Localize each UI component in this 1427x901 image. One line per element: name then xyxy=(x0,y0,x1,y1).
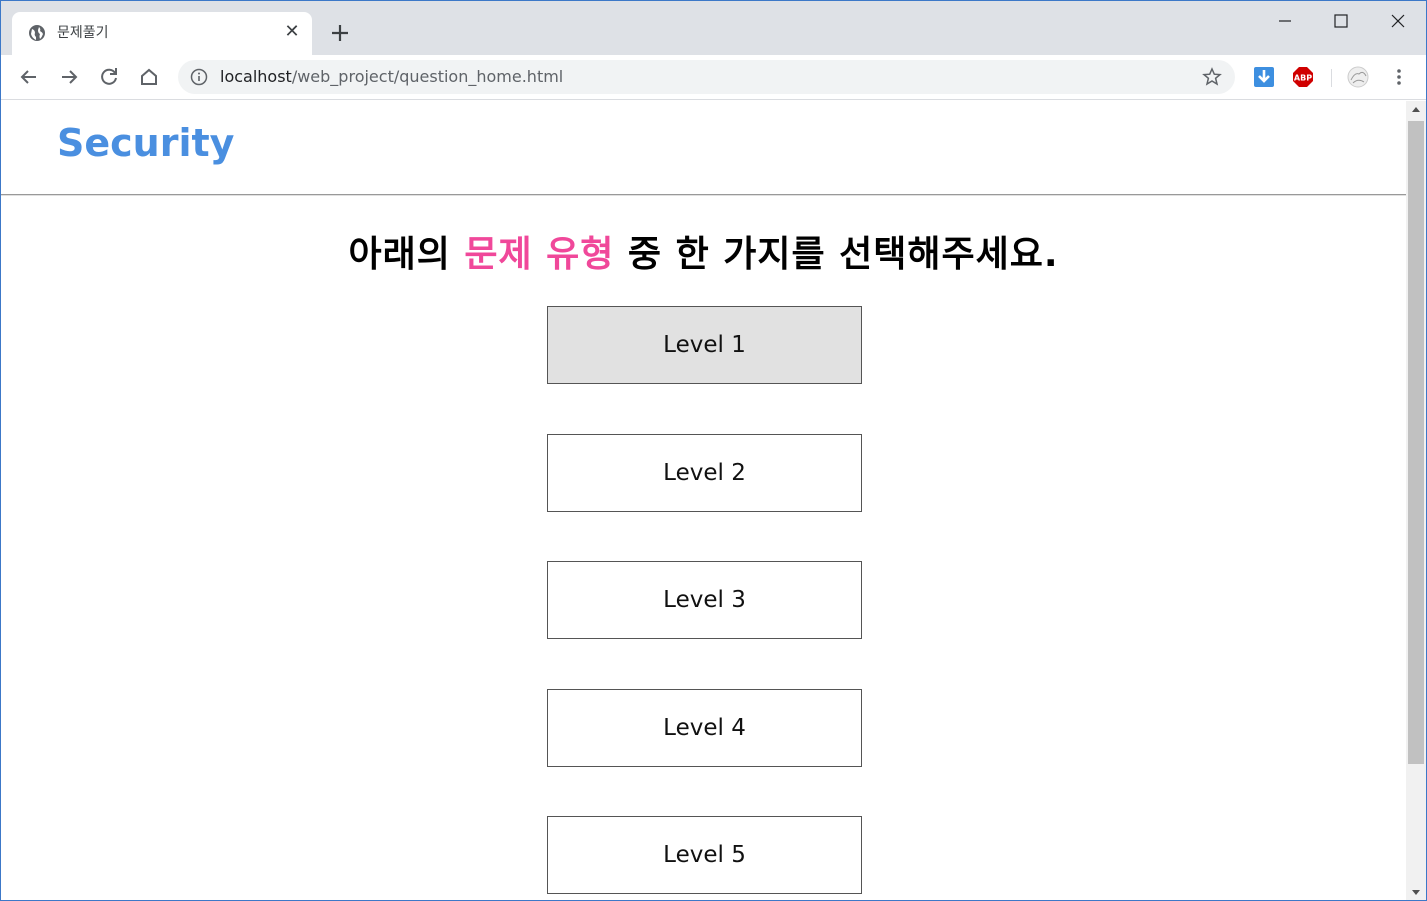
level-4-button[interactable]: Level 4 xyxy=(547,689,862,767)
level-2-button[interactable]: Level 2 xyxy=(547,434,862,512)
adblock-icon[interactable]: ABP xyxy=(1292,66,1314,88)
page-instruction: 아래의 문제 유형 중 한 가지를 선택해주세요. xyxy=(1,225,1406,277)
menu-kebab-icon[interactable] xyxy=(1388,66,1410,88)
new-tab-icon[interactable] xyxy=(327,20,353,46)
home-icon[interactable] xyxy=(137,65,161,89)
forward-icon[interactable] xyxy=(57,65,81,89)
close-tab-icon[interactable]: ✕ xyxy=(282,22,302,42)
tab-strip: 문제풀기 ✕ xyxy=(1,1,1426,55)
minimize-icon[interactable] xyxy=(1271,7,1299,35)
header-divider xyxy=(1,194,1406,196)
level-5-button[interactable]: Level 5 xyxy=(547,816,862,894)
close-window-icon[interactable] xyxy=(1384,7,1412,35)
toolbar-separator xyxy=(1331,69,1332,87)
instruction-text-after: 중 한 가지를 선택해주세요. xyxy=(614,234,1059,275)
tab-title: 문제풀기 xyxy=(57,25,109,41)
svg-text:ABP: ABP xyxy=(1294,74,1312,83)
vertical-scrollbar[interactable] xyxy=(1406,101,1426,901)
address-bar[interactable]: localhost/web_project/question_home.html xyxy=(178,60,1235,94)
reload-icon[interactable] xyxy=(97,65,121,89)
browser-toolbar: localhost/web_project/question_home.html… xyxy=(1,55,1426,100)
browser-tab[interactable]: 문제풀기 ✕ xyxy=(12,12,312,55)
profile-avatar[interactable] xyxy=(1347,66,1369,88)
page-viewport: Security 아래의 문제 유형 중 한 가지를 선택해주세요. Level… xyxy=(1,101,1406,900)
scroll-down-arrow-icon[interactable] xyxy=(1406,883,1426,901)
info-icon[interactable] xyxy=(190,68,208,86)
instruction-text-before: 아래의 xyxy=(348,234,465,275)
level-1-button[interactable]: Level 1 xyxy=(547,306,862,384)
instruction-highlight: 문제 유형 xyxy=(464,234,615,275)
globe-icon xyxy=(29,25,45,41)
url-text: localhost/web_project/question_home.html xyxy=(220,67,563,87)
level-3-button[interactable]: Level 3 xyxy=(547,561,862,639)
url-path: /web_project/question_home.html xyxy=(291,67,564,86)
download-icon[interactable] xyxy=(1253,66,1275,88)
site-logo[interactable]: Security xyxy=(57,121,234,165)
scrollbar-thumb[interactable] xyxy=(1408,121,1424,764)
browser-window: 문제풀기 ✕ localhost/web_project/question_ho… xyxy=(0,0,1427,901)
bookmark-star-icon[interactable] xyxy=(1202,67,1222,87)
scroll-up-arrow-icon[interactable] xyxy=(1406,101,1426,119)
back-icon[interactable] xyxy=(17,65,41,89)
maximize-icon[interactable] xyxy=(1327,7,1355,35)
url-host: localhost xyxy=(220,67,292,86)
